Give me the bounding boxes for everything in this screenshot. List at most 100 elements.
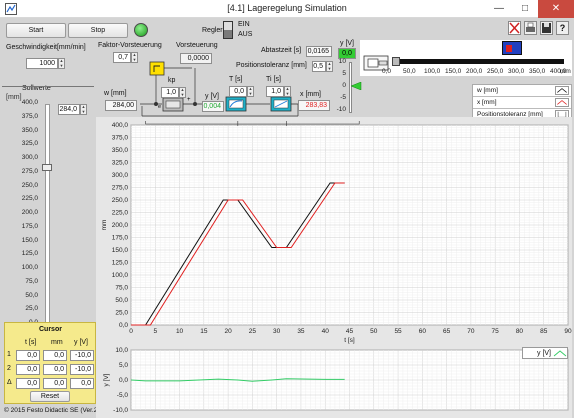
- cursor-row-1-t[interactable]: 0,0: [16, 350, 40, 361]
- y-indicator-label: y [V]: [340, 40, 355, 47]
- cursor-row-delta-t[interactable]: 0,0: [16, 378, 40, 389]
- legend-w-label: w [mm]: [477, 87, 498, 94]
- kp-label: kp: [168, 77, 176, 84]
- setpoint-tick-label: 175,0: [21, 222, 38, 230]
- cursor-row-2-t[interactable]: 0,0: [16, 364, 40, 375]
- svg-text:+: +: [187, 97, 191, 103]
- cursor-title: Cursor: [39, 326, 62, 333]
- voltage-chart-y-axis-label: y [V]: [103, 373, 110, 386]
- cursor-row-1-id: 1: [7, 351, 11, 358]
- minimize-icon[interactable]: —: [486, 0, 512, 18]
- legend-w-swatch: [555, 86, 569, 95]
- position-chart-y-tick-label: 400,0: [112, 122, 129, 129]
- setpoint-slider-thumb[interactable]: [42, 164, 52, 172]
- position-scale-tick-label: 150,0: [445, 68, 462, 75]
- close-icon[interactable]: ✕: [538, 0, 574, 18]
- title-bar: [4.1] Lageregelung Simulation — □ ✕: [0, 0, 574, 18]
- cursor-row-delta-y[interactable]: 0,0: [70, 378, 94, 389]
- y-indicator-scale: 10 5 0 -5 -10: [334, 58, 348, 116]
- position-chart-x-tick-label: 35: [297, 328, 305, 335]
- setpoint-tick-label: 25,0: [25, 305, 38, 313]
- maximize-icon[interactable]: □: [512, 0, 538, 18]
- setpoint-slider-track[interactable]: [45, 104, 50, 324]
- pos-tol-input[interactable]: 0,5: [312, 61, 326, 72]
- cursor-row-1-y[interactable]: -10,0: [70, 350, 94, 361]
- position-chart-x-tick-label: 30: [273, 328, 281, 335]
- position-chart-y-tick-label: 325,0: [112, 160, 129, 167]
- setpoint-tick-label: 200,0: [21, 209, 38, 216]
- y-indicator-tick-label: 5: [342, 70, 346, 77]
- cursor-reset-button[interactable]: Reset: [30, 391, 70, 402]
- w-label: w [mm]: [104, 90, 127, 97]
- voltage-chart-y-tick-label: 5,0: [119, 362, 128, 369]
- position-chart-top-bracket: [145, 121, 360, 125]
- position-chart-x-tick-label: 45: [346, 328, 354, 335]
- voltage-chart-y-tick-label: -5,0: [117, 392, 129, 399]
- position-chart-x-tick-label: 5: [153, 328, 157, 335]
- legend-x[interactable]: x [mm]: [473, 97, 571, 109]
- position-chart-x-tick-label: 70: [467, 328, 475, 335]
- y-indicator-tick-label: 10: [338, 58, 346, 65]
- setpoint-tick-label: 125,0: [21, 250, 38, 258]
- position-scale-unit: mm: [560, 68, 571, 75]
- print-icon[interactable]: [524, 21, 537, 35]
- setpoint-tick-label: 250,0: [21, 181, 38, 189]
- cursor-row-delta-mm[interactable]: 0,0: [43, 378, 67, 389]
- position-chart-y-axis-label: mm: [101, 220, 108, 231]
- setpoint-scale: 400,0 375,0 350,0 325,0 300,0 275,0 250,0 225,0…: [2, 99, 40, 326]
- abtastzeit-value: 0,0165: [306, 46, 332, 57]
- clear-icon[interactable]: [508, 21, 521, 35]
- help-icon[interactable]: ?: [556, 21, 569, 35]
- stop-button[interactable]: Stop: [68, 23, 128, 38]
- start-button[interactable]: Start: [6, 23, 66, 38]
- regler-label: Regler: [202, 27, 223, 34]
- kp-spinner[interactable]: ▲ ▼: [179, 87, 186, 98]
- cursor-col-t: t [s]: [25, 339, 37, 346]
- pos-tol-spinner[interactable]: ▲ ▼: [326, 61, 333, 72]
- position-chart-y-tick-label: 150,0: [112, 247, 129, 254]
- x-value: 283,83: [298, 100, 330, 111]
- axis-rail: [394, 59, 564, 64]
- speed-spinner[interactable]: ▲ ▼: [58, 58, 65, 69]
- y-indicator-tick-label: -10: [336, 106, 346, 113]
- setpoint-tick-label: 150,0: [21, 236, 38, 244]
- position-chart-y-tick-label: 375,0: [112, 135, 129, 142]
- regler-ein-label: EIN: [238, 21, 250, 28]
- position-chart-y-tick-label: 350,0: [112, 147, 129, 154]
- position-scale-tick-label: 200,0: [466, 68, 483, 75]
- motor-icon: [502, 41, 522, 55]
- position-chart-y-tick-label: 300,0: [112, 172, 129, 179]
- position-chart-y-tick-label: 100,0: [112, 272, 129, 279]
- ti-input[interactable]: 1,0: [266, 86, 284, 97]
- setpoint-tick-label: 225,0: [21, 195, 38, 203]
- voltage-chart-y-tick-label: 10,0: [115, 347, 128, 354]
- position-chart-y-tick-label: 75,0: [115, 285, 128, 292]
- cursor-row-1-mm[interactable]: 0,0: [43, 350, 67, 361]
- abtastzeit-label: Abtastzeit [s]: [261, 47, 302, 54]
- position-chart-y-tick-label: 25,0: [115, 310, 128, 317]
- cursor-row-2-mm[interactable]: 0,0: [43, 364, 67, 375]
- ti-spinner[interactable]: ▲ ▼: [284, 86, 291, 97]
- save-icon[interactable]: [540, 21, 553, 35]
- y-indicator-pointer: [351, 82, 362, 90]
- t-spinner[interactable]: ▲ ▼: [247, 86, 254, 97]
- voltage-legend-label: y [V]: [537, 350, 552, 357]
- regler-toggle[interactable]: [223, 21, 233, 39]
- position-chart-x-tick-label: 0: [129, 328, 133, 335]
- t-input[interactable]: 0,0: [229, 86, 247, 97]
- axis-carriage: [392, 57, 400, 66]
- cursor-row-2-y[interactable]: -10,0: [70, 364, 94, 375]
- position-chart-y-tick-label: 225,0: [112, 210, 129, 217]
- setpoint-input[interactable]: 284,0: [58, 104, 80, 115]
- position-chart-y-tick-label: 0,0: [119, 322, 128, 329]
- setpoint-spinner[interactable]: ▲ ▼: [80, 104, 87, 115]
- position-chart-y-tick-label: 50,0: [115, 297, 128, 304]
- kp-input[interactable]: 1,0: [161, 87, 179, 98]
- position-chart-x-tick-label: 40: [322, 328, 330, 335]
- t-label: T [s]: [229, 76, 243, 83]
- legend-w[interactable]: w [mm]: [473, 85, 571, 97]
- position-chart: 0,0 25,0 50,0 75,0 100,0 125,0 150,0 175,0 200,0…: [101, 121, 572, 344]
- position-scale-tick-label: 0,0: [382, 68, 392, 75]
- speed-input[interactable]: 1000: [26, 58, 58, 69]
- setpoint-tick-label: 375,0: [21, 112, 38, 120]
